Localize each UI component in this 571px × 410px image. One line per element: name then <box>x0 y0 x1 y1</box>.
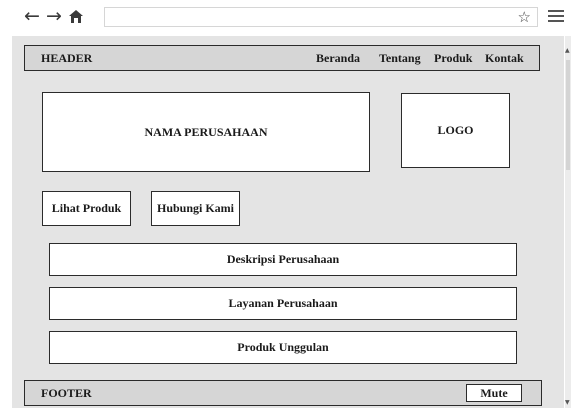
contact-us-label: Hubungi Kami <box>156 201 235 215</box>
header-bar: HEADER Beranda Tentang Produk Kontak <box>24 45 540 71</box>
logo-box: LOGO <box>401 93 510 168</box>
nav-link-produk[interactable]: Produk <box>434 51 472 66</box>
mute-label: Mute <box>480 385 508 400</box>
nav-link-beranda[interactable]: Beranda <box>316 51 360 66</box>
hamburger-menu-icon[interactable] <box>548 10 564 22</box>
nav-link-kontak[interactable]: Kontak <box>485 51 524 66</box>
home-icon[interactable] <box>68 9 84 24</box>
footer-bar: FOOTER Mute <box>24 380 542 406</box>
featured-products-section: Produk Unggulan <box>49 331 517 364</box>
company-services-section: Layanan Perusahaan <box>49 287 517 320</box>
address-bar[interactable]: ☆ <box>104 7 538 27</box>
company-name: NAMA PERUSAHAAN <box>144 124 268 139</box>
contact-us-button[interactable]: Hubungi Kami <box>151 191 240 226</box>
company-name-box: NAMA PERUSAHAAN <box>42 92 370 172</box>
mute-button[interactable]: Mute <box>466 384 522 402</box>
footer-title: FOOTER <box>41 386 92 400</box>
section-label: Deskripsi Perusahaan <box>226 252 340 266</box>
back-arrow-icon[interactable]: ← <box>24 4 40 28</box>
scroll-up-arrow-icon[interactable]: ▲ <box>565 48 570 54</box>
vertical-scrollbar[interactable]: ▲ ▼ <box>565 36 571 408</box>
header-title: HEADER <box>41 51 93 65</box>
browser-toolbar: ← → ☆ <box>0 0 571 34</box>
forward-arrow-icon[interactable]: → <box>46 4 62 28</box>
section-label: Layanan Perusahaan <box>228 296 338 310</box>
nav-link-tentang[interactable]: Tentang <box>379 51 421 66</box>
view-products-button[interactable]: Lihat Produk <box>42 191 131 226</box>
view-products-label: Lihat Produk <box>51 201 122 215</box>
section-label: Produk Unggulan <box>237 340 329 354</box>
scroll-down-arrow-icon[interactable]: ▼ <box>565 400 570 406</box>
logo-placeholder: LOGO <box>437 123 474 137</box>
company-description-section: Deskripsi Perusahaan <box>49 243 517 276</box>
page-viewport: HEADER Beranda Tentang Produk Kontak NAM… <box>12 36 564 408</box>
scrollbar-thumb[interactable] <box>566 60 570 170</box>
bookmark-star-icon[interactable]: ☆ <box>518 8 531 26</box>
